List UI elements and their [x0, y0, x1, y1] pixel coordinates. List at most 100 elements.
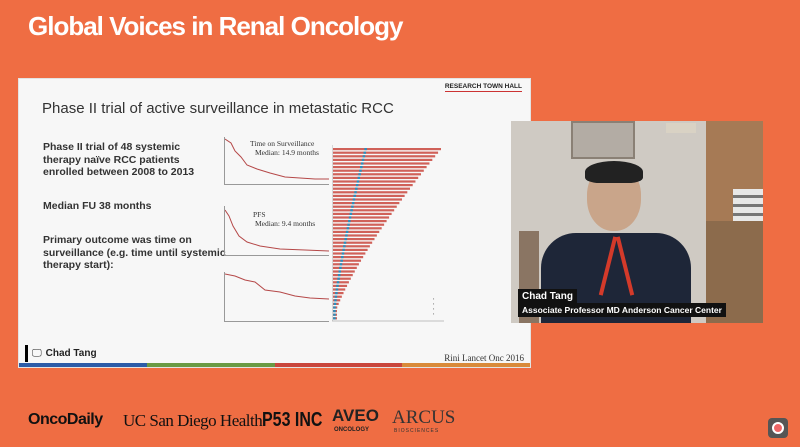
- speaker-role-caption: Associate Professor MD Anderson Cancer C…: [518, 303, 726, 317]
- swimmer-marker: [341, 252, 345, 255]
- swimmer-bar: [333, 216, 390, 219]
- arcus-logo: ARCUS: [392, 407, 456, 428]
- swimmer-marker: [357, 176, 361, 179]
- swimmer-marker: [345, 230, 349, 233]
- swimmer-bar: [333, 158, 433, 161]
- swimmer-marker: [334, 299, 337, 302]
- swimmer-bar: [333, 227, 382, 230]
- swimmer-marker: [356, 180, 360, 183]
- swimmer-marker: [360, 162, 364, 165]
- wall-clock: [666, 123, 696, 133]
- swimmer-bar: [333, 241, 373, 244]
- swimmer-bar: [333, 176, 419, 179]
- swimmer-marker: [348, 220, 351, 223]
- swimmer-bar: [333, 245, 370, 248]
- swimmer-plot: [332, 145, 444, 322]
- slide-title: Phase II trial of active surveillance in…: [42, 100, 394, 117]
- km-curve-overall: [225, 273, 330, 300]
- km-plot-overall: [224, 272, 330, 322]
- swimmer-marker: [354, 191, 357, 194]
- p53-logo: P53 INC: [262, 409, 323, 431]
- swimmer-marker: [344, 238, 347, 241]
- km-label-pfs: PFS: [253, 210, 266, 219]
- km-median-pfs: Median: 9.4 months: [255, 219, 316, 228]
- citation: Rini Lancet Onc 2016: [444, 353, 524, 363]
- km-curve-pfs: [225, 209, 330, 252]
- swimmer-bar: [333, 277, 351, 280]
- swimmer-marker: [355, 187, 358, 190]
- swimmer-marker: [340, 259, 343, 262]
- swimmer-bar: [333, 259, 362, 262]
- swimmer-bar: [333, 155, 436, 158]
- swimmer-marker: [333, 317, 336, 320]
- color-segment-blue: [19, 363, 147, 367]
- swimmer-marker: [355, 184, 359, 187]
- speaker-name-caption: Chad Tang: [518, 289, 577, 304]
- swimmer-marker: [362, 155, 366, 158]
- aveo-sub: ONCOLOGY: [334, 427, 370, 433]
- swimmer-marker: [361, 158, 365, 161]
- swimmer-bar: [333, 220, 387, 223]
- swimmer-marker: [338, 270, 342, 273]
- swimmer-marker: [339, 263, 343, 266]
- swimmer-bar: [333, 169, 424, 172]
- swimmer-bar: [333, 151, 439, 154]
- swimmer-bar: [333, 281, 349, 284]
- bullet-outcome: Primary outcome was time on surveillance…: [43, 234, 226, 271]
- swimmer-marker: [337, 277, 340, 280]
- swimmer-marker: [364, 148, 367, 151]
- swimmer-bar: [333, 274, 353, 277]
- swimmer-bar: [333, 202, 400, 205]
- swimmer-marker: [336, 281, 340, 284]
- presentation-slide: RESEARCH TOWN HALL Phase II trial of act…: [18, 78, 531, 368]
- swimmer-bar: [333, 263, 359, 266]
- swimmer-bar: [333, 212, 392, 215]
- corner-app-icon[interactable]: [768, 418, 788, 438]
- swimmer-bar: [333, 248, 368, 251]
- swimmer-bar: [333, 266, 357, 269]
- swimmer-marker: [350, 209, 353, 212]
- swimmer-marker: [343, 245, 346, 248]
- swimmer-bar: [333, 162, 430, 165]
- km-plot-pfs: PFS Median: 9.4 months: [224, 206, 330, 256]
- swimmer-bar: [333, 148, 441, 151]
- swimmer-marker: [335, 288, 339, 291]
- swimmer-marker: [337, 274, 341, 277]
- swimmer-marker: [352, 198, 356, 201]
- swimmer-bar: [333, 295, 342, 298]
- swimmer-bar: [333, 230, 380, 233]
- swimmer-bar: [333, 166, 427, 169]
- swimmer-marker: [353, 194, 356, 197]
- swimmer-marker: [363, 151, 367, 154]
- swimmer-marker: [339, 266, 342, 269]
- swimmer-marker: [345, 234, 348, 237]
- monitor-icon: 🖵: [32, 348, 42, 359]
- swimmer-marker: [343, 241, 347, 244]
- swimmer-marker: [347, 223, 350, 226]
- presenter-name: Chad Tang: [45, 348, 97, 359]
- swimmer-marker: [349, 212, 353, 215]
- swimmer-marker: [346, 227, 350, 230]
- bullet-followup: Median FU 38 months: [43, 200, 152, 212]
- swimmer-bar: [333, 234, 377, 237]
- slide-color-bar: [19, 363, 530, 367]
- swimmer-bar: [333, 184, 413, 187]
- presenter-label: 🖵 Chad Tang: [25, 345, 97, 362]
- swimmer-marker: [360, 166, 363, 169]
- swimmer-bar: [333, 198, 402, 201]
- swimmer-bar: [333, 288, 346, 291]
- swimmer-bar: [333, 284, 348, 287]
- swimmer-marker: [358, 173, 361, 176]
- swimmer-bar: [333, 173, 421, 176]
- color-segment-orange: [402, 363, 530, 367]
- ucsd-health-logo: UC San Diego Health: [123, 411, 263, 430]
- km-median-surveillance: Median: 14.9 months: [255, 148, 319, 157]
- swimmer-marker: [334, 295, 338, 298]
- swimmer-marker: [333, 310, 336, 313]
- swimmer-bar: [333, 270, 355, 273]
- swimmer-bar: [333, 238, 375, 241]
- swimmer-bar: [333, 205, 397, 208]
- swimmer-marker: [342, 248, 345, 251]
- color-segment-green: [146, 363, 275, 367]
- aveo-logo: AVEO: [332, 406, 379, 425]
